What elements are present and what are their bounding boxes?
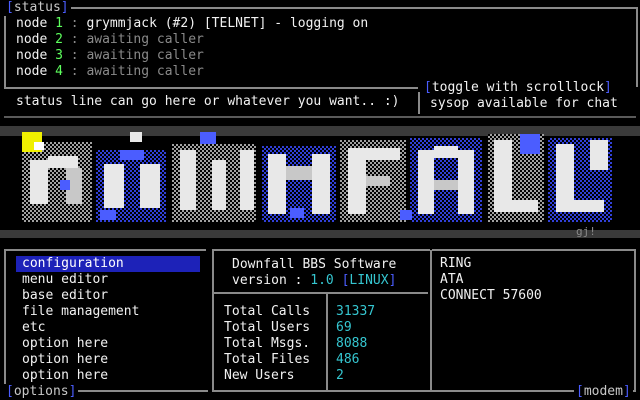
menu-item-option[interactable]: option here — [16, 336, 200, 352]
node-row: node 4 : awaiting caller — [16, 64, 204, 79]
options-menu: configuration menu editor base editor fi… — [16, 256, 200, 384]
stat-label: Total Calls — [224, 304, 311, 319]
menu-item-option[interactable]: option here — [16, 368, 200, 384]
downfall-logo-icon — [0, 126, 640, 238]
stat-value: 69 — [336, 320, 352, 335]
stat-value: 8088 — [336, 336, 368, 351]
stat-value: 31337 — [336, 304, 376, 319]
node-row: node 1 : grymmjack (#2) [TELNET] - loggi… — [16, 16, 369, 31]
options-panel-title: [options] — [4, 384, 79, 400]
node-list: node 1 : grymmjack (#2) [TELNET] - loggi… — [16, 16, 368, 80]
logo-signature: gj! — [576, 225, 596, 238]
stat-label: Total Msgs. — [224, 336, 311, 351]
sysop-status: sysop available for chat — [430, 96, 618, 111]
stat-label: Total Files — [224, 352, 311, 367]
software-name: Downfall BBS Software — [232, 257, 397, 272]
menu-item-menu-editor[interactable]: menu editor — [16, 272, 200, 288]
menu-item-configuration[interactable]: configuration — [16, 256, 200, 272]
status-line-text: status line can go here or whatever you … — [16, 94, 400, 109]
menu-item-file-management[interactable]: file management — [16, 304, 200, 320]
stat-value: 2 — [336, 368, 344, 383]
modem-line: RING — [440, 256, 472, 271]
toggle-hint: [toggle with scrolllock] — [422, 80, 614, 96]
menu-item-option[interactable]: option here — [16, 352, 200, 368]
menu-item-etc[interactable]: etc — [16, 320, 200, 336]
modem-log: RING ATA CONNECT 57600 — [440, 256, 542, 304]
modem-panel-title: [modem] — [574, 384, 633, 400]
stat-label: Total Users — [224, 320, 311, 335]
node-row: node 3 : awaiting caller — [16, 48, 204, 63]
software-version: version : 1.0 [LINUX] — [232, 273, 397, 288]
menu-item-base-editor[interactable]: base editor — [16, 288, 200, 304]
status-panel-title: [status] — [4, 0, 71, 16]
stat-value: 486 — [336, 352, 360, 367]
modem-line: ATA — [440, 272, 464, 287]
modem-line: CONNECT 57600 — [440, 288, 542, 303]
stats-values: 31337 69 8088 486 2 — [336, 304, 375, 384]
stats-labels: Total Calls Total Users Total Msgs. Tota… — [224, 304, 310, 384]
node-row: node 2 : awaiting caller — [16, 32, 204, 47]
logo-art: gj! — [0, 120, 640, 248]
stat-label: New Users — [224, 368, 295, 383]
